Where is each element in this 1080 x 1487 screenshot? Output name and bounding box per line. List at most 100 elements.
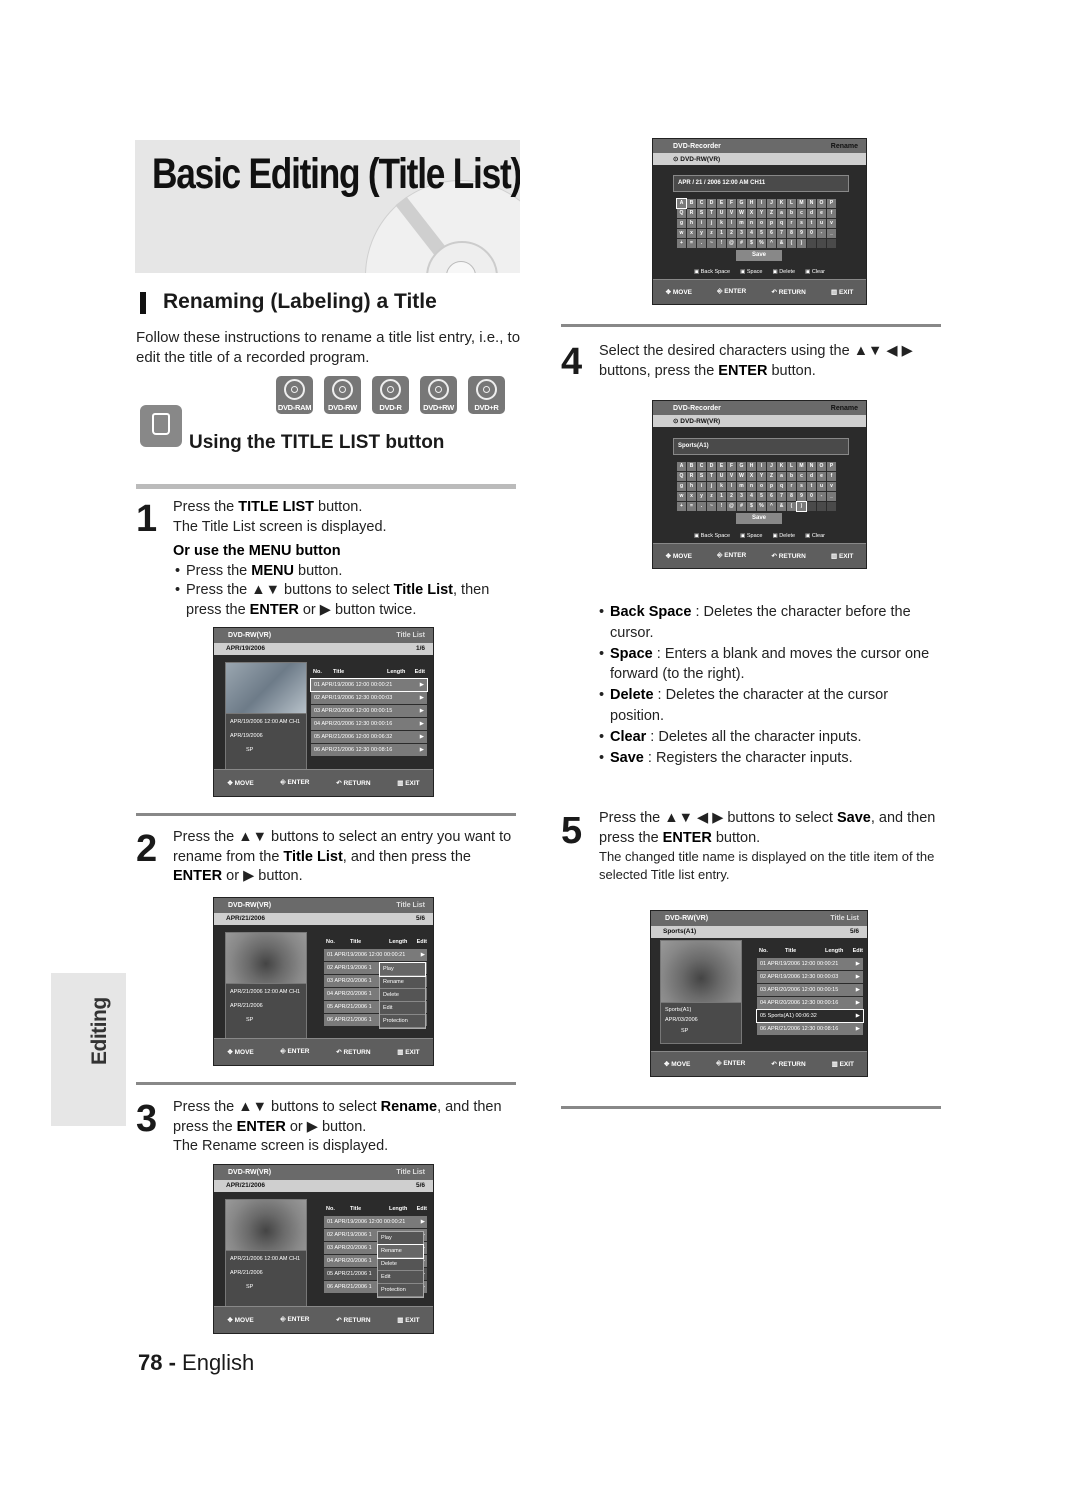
keyboard-key[interactable]: k: [717, 482, 726, 491]
keyboard-key[interactable]: v: [827, 219, 836, 228]
keyboard-key[interactable]: F: [727, 462, 736, 471]
keyboard-key[interactable]: n: [747, 219, 756, 228]
keyboard-key[interactable]: ): [797, 239, 806, 248]
title-row[interactable]: 01 APR/19/2006 12:00 00:00:21 ▶: [757, 958, 863, 970]
keyboard-key[interactable]: Q: [677, 209, 686, 218]
keyboard-key[interactable]: b: [787, 209, 796, 218]
keyboard-key[interactable]: _: [827, 229, 836, 238]
keyboard-key[interactable]: h: [687, 219, 696, 228]
keyboard-key[interactable]: S: [697, 209, 706, 218]
keyboard-key[interactable]: (: [787, 502, 796, 511]
menu-item-protection[interactable]: Protection: [378, 1284, 423, 1297]
keyboard-key[interactable]: [827, 239, 836, 248]
keyboard-key[interactable]: H: [747, 462, 756, 471]
keyboard-key[interactable]: m: [737, 482, 746, 491]
keyboard-key[interactable]: P: [827, 462, 836, 471]
keyboard-key[interactable]: C: [697, 462, 706, 471]
keyboard-key[interactable]: F: [727, 199, 736, 208]
keyboard-key[interactable]: (: [787, 239, 796, 248]
keyboard-key[interactable]: s: [797, 482, 806, 491]
keyboard-key[interactable]: h: [687, 482, 696, 491]
keyboard-key[interactable]: W: [737, 472, 746, 481]
title-row[interactable]: 01 APR/19/2006 12:00 00:00:21 ▶: [310, 678, 428, 692]
keyboard-key[interactable]: E: [717, 199, 726, 208]
keyboard-key[interactable]: 9: [797, 229, 806, 238]
keyboard-key[interactable]: u: [817, 482, 826, 491]
keyboard-key[interactable]: d: [807, 209, 816, 218]
menu-item-play[interactable]: Play: [378, 1232, 423, 1245]
keyboard-key[interactable]: z: [707, 229, 716, 238]
title-row[interactable]: 01 APR/19/2006 12:00 00:00:21 ▶: [324, 949, 427, 961]
keyboard-key[interactable]: J: [767, 462, 776, 471]
keyboard-key[interactable]: k: [717, 219, 726, 228]
keyboard-key[interactable]: R: [687, 472, 696, 481]
keyboard-key[interactable]: q: [777, 482, 786, 491]
keyboard-key[interactable]: n: [747, 482, 756, 491]
menu-item-edit[interactable]: Edit: [380, 1002, 425, 1015]
menu-item-protection[interactable]: Protection: [380, 1015, 425, 1028]
title-name-input[interactable]: APR / 21 / 2006 12:00 AM CH11: [673, 175, 849, 192]
keyboard-key[interactable]: M: [797, 462, 806, 471]
keyboard-key[interactable]: G: [737, 462, 746, 471]
title-row[interactable]: 04 APR/20/2006 12:30 00:00:16 ▶: [311, 718, 427, 730]
keyboard-key[interactable]: ^: [767, 239, 776, 248]
keyboard-key[interactable]: I: [757, 462, 766, 471]
keyboard-key[interactable]: #: [737, 239, 746, 248]
keyboard-key[interactable]: %: [757, 502, 766, 511]
keyboard-key[interactable]: i: [697, 482, 706, 491]
keyboard-key[interactable]: o: [757, 219, 766, 228]
keyboard-key[interactable]: 5: [757, 492, 766, 501]
keyboard-key[interactable]: [827, 502, 836, 511]
keyboard-key[interactable]: O: [817, 199, 826, 208]
keyboard-key[interactable]: I: [757, 199, 766, 208]
keyboard-key[interactable]: g: [677, 219, 686, 228]
keyboard-key[interactable]: %: [757, 239, 766, 248]
menu-item-rename[interactable]: Rename: [377, 1244, 424, 1259]
keyboard-key[interactable]: X: [747, 209, 756, 218]
keyboard-key[interactable]: r: [787, 219, 796, 228]
keyboard-key[interactable]: L: [787, 462, 796, 471]
keyboard-key[interactable]: J: [767, 199, 776, 208]
keyboard-key[interactable]: ^: [767, 502, 776, 511]
keyboard-key[interactable]: x: [687, 229, 696, 238]
menu-item-delete[interactable]: Delete: [378, 1258, 423, 1271]
keyboard-key[interactable]: w: [677, 229, 686, 238]
keyboard-key[interactable]: &: [777, 502, 786, 511]
keyboard-key[interactable]: a: [777, 209, 786, 218]
keyboard-key[interactable]: s: [797, 219, 806, 228]
keyboard-key[interactable]: ~: [707, 239, 716, 248]
keyboard-key[interactable]: C: [697, 199, 706, 208]
keyboard-key[interactable]: c: [797, 472, 806, 481]
keyboard-key[interactable]: w: [677, 492, 686, 501]
keyboard-key[interactable]: 7: [777, 229, 786, 238]
keyboard-key[interactable]: ): [796, 501, 807, 512]
keyboard-key[interactable]: 5: [757, 229, 766, 238]
keyboard-key[interactable]: f: [827, 472, 836, 481]
keyboard-key[interactable]: [807, 239, 816, 248]
keyboard-key[interactable]: l: [727, 482, 736, 491]
keyboard-key[interactable]: a: [777, 472, 786, 481]
keyboard-key[interactable]: U: [717, 209, 726, 218]
title-row[interactable]: 02 APR/19/2006 12:30 00:00:03 ▶: [757, 971, 863, 983]
keyboard-key[interactable]: 1: [717, 492, 726, 501]
keyboard-key[interactable]: Z: [767, 209, 776, 218]
keyboard-key[interactable]: v: [827, 482, 836, 491]
keyboard-key[interactable]: e: [817, 209, 826, 218]
keyboard-key[interactable]: r: [787, 482, 796, 491]
keyboard-key[interactable]: M: [797, 199, 806, 208]
keyboard-key[interactable]: p: [767, 482, 776, 491]
keyboard-key[interactable]: O: [817, 462, 826, 471]
keyboard-key[interactable]: t: [807, 482, 816, 491]
keyboard-key[interactable]: y: [697, 492, 706, 501]
keyboard-key[interactable]: +: [677, 502, 686, 511]
keyboard-key[interactable]: 2: [727, 492, 736, 501]
keyboard-key[interactable]: i: [697, 219, 706, 228]
keyboard-key[interactable]: #: [737, 502, 746, 511]
keyboard-key[interactable]: u: [817, 219, 826, 228]
title-row[interactable]: 01 APR/19/2006 12:00 00:00:21 ▶: [324, 1216, 427, 1228]
title-row[interactable]: 02 APR/19/2006 12:30 00:00:03 ▶: [311, 692, 427, 704]
keyboard-key[interactable]: d: [807, 472, 816, 481]
title-row[interactable]: 05 APR/21/2006 12:00 00:06:32 ▶: [311, 731, 427, 743]
keyboard-key[interactable]: V: [727, 209, 736, 218]
keyboard-key[interactable]: m: [737, 219, 746, 228]
